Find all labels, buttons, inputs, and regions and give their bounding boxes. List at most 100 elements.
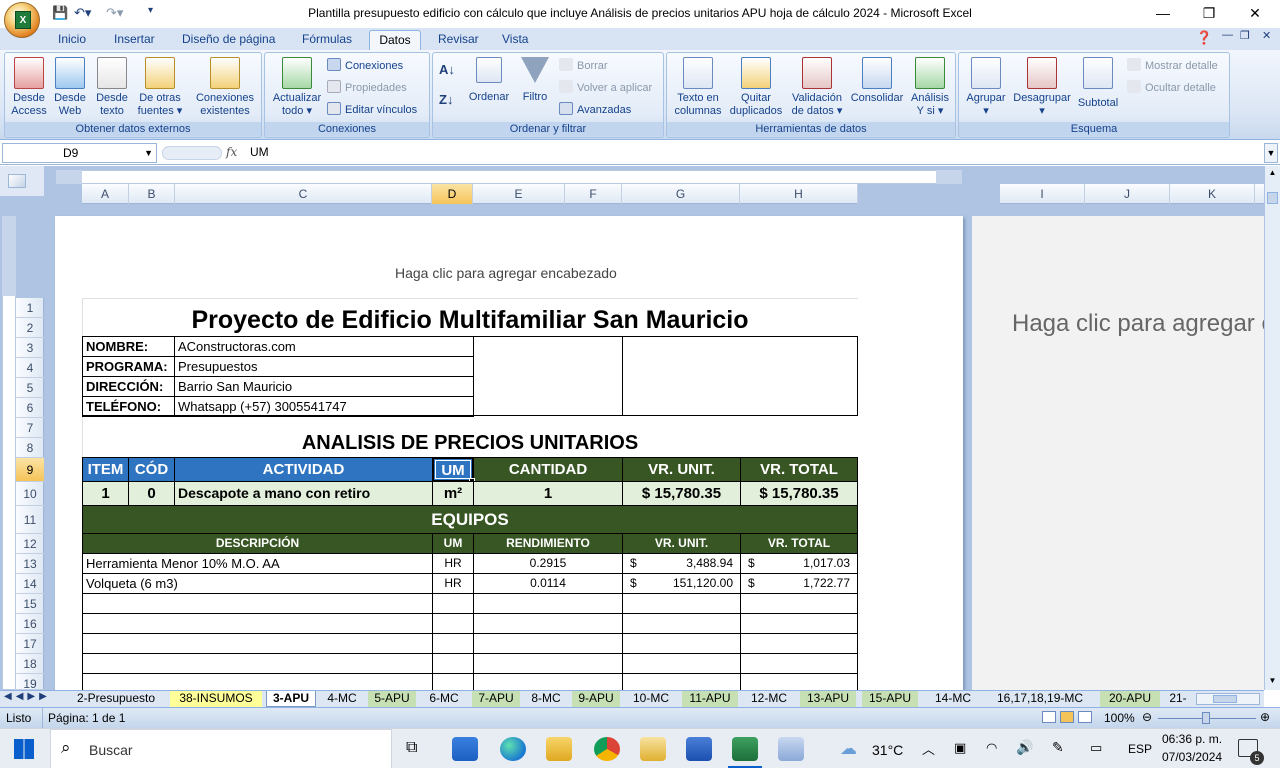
row-header-7[interactable]: 7 (16, 418, 44, 438)
equip-header-rend[interactable]: RENDIMIENTO (473, 533, 623, 554)
sheet-tab-11-apu[interactable]: 11-APU (682, 691, 738, 707)
apu-title[interactable]: ANALISIS DE PRECIOS UNITARIOS (82, 429, 858, 457)
column-header-b[interactable]: B (129, 184, 175, 204)
column-header-g[interactable]: G (622, 184, 740, 204)
row-header-6[interactable]: 6 (16, 398, 44, 418)
empty-cell[interactable] (432, 613, 474, 634)
project-title[interactable]: Proyecto de Edificio Multifamiliar San M… (82, 302, 858, 338)
weather-cloud-icon[interactable]: ☁ (840, 739, 857, 759)
main-cantidad[interactable]: 1 (473, 481, 623, 506)
empty-cell[interactable] (432, 593, 474, 614)
equip-header-um[interactable]: UM (432, 533, 474, 554)
row-header-4[interactable]: 4 (16, 358, 44, 378)
column-header-k[interactable]: K (1170, 184, 1255, 204)
column-header-f[interactable]: F (565, 184, 622, 204)
office-button[interactable]: X (4, 2, 40, 38)
otras-fuentes-button[interactable]: De otras fuentes ▾ (133, 57, 187, 118)
row-header-8[interactable]: 8 (16, 438, 44, 458)
main-um[interactable]: m² (432, 481, 474, 506)
info-value-nombre[interactable]: AConstructoras.com (174, 336, 474, 357)
header-um-selected[interactable]: UM (432, 457, 474, 482)
info-value-telefono[interactable]: Whatsapp (+57) 3005541747 (174, 396, 474, 417)
ribbon-restore-icon[interactable]: ❐ (1240, 29, 1250, 42)
info-label-programa[interactable]: PROGRAMA: (82, 356, 175, 377)
language-indicator[interactable]: ESP (1128, 742, 1152, 756)
empty-cell[interactable] (740, 673, 858, 690)
info-label-nombre[interactable]: NOMBRE: (82, 336, 175, 357)
row-header-11[interactable]: 11 (16, 506, 44, 534)
empty-cell[interactable] (473, 673, 623, 690)
column-header-i[interactable]: I (1000, 184, 1085, 204)
pen-icon[interactable]: ✎ (1052, 739, 1064, 756)
empty-cell[interactable] (622, 653, 741, 674)
main-actividad[interactable]: Descapote a mano con retiro (174, 481, 433, 506)
texto-columnas-button[interactable]: Texto en columnas (669, 57, 727, 118)
zoom-out-icon[interactable]: ⊖ (1142, 710, 1152, 724)
equip-row-2-vr-unit-cell[interactable]: $151,120.00 (622, 573, 741, 594)
sheet-tab-13-apu[interactable]: 13-APU (800, 691, 856, 707)
ribbon-minimize-icon[interactable]: — (1222, 29, 1233, 41)
row-header-18[interactable]: 18 (16, 654, 44, 674)
empty-cell[interactable] (82, 633, 433, 654)
empty-cell[interactable] (622, 593, 741, 614)
sheet-tab-20-apu[interactable]: 20-APU (1100, 691, 1160, 707)
header-actividad[interactable]: ACTIVIDAD (174, 457, 433, 482)
clock-date[interactable]: 07/03/2024 (1162, 750, 1222, 764)
formula-input[interactable]: UM (244, 143, 1264, 163)
close-button[interactable]: ✕ (1232, 2, 1278, 26)
header-placeholder[interactable]: Haga clic para agregar encabezado (395, 265, 617, 281)
sheet-tab-4-mc[interactable]: 4-MC (322, 691, 362, 707)
agrupar-button[interactable]: Agrupar ▾ (961, 57, 1011, 118)
header-cod[interactable]: CÓD (128, 457, 175, 482)
paint-icon[interactable] (778, 737, 804, 761)
edge-icon[interactable] (500, 737, 526, 761)
sheet-tab-9-apu[interactable]: 9-APU (572, 691, 620, 707)
sort-za-icon[interactable]: Z↓ (439, 91, 453, 109)
row-header-17[interactable]: 17 (16, 634, 44, 654)
sheet-tab-14-mc[interactable]: 14-MC (928, 691, 978, 707)
column-header-d[interactable]: D (432, 184, 473, 204)
store-icon[interactable] (452, 737, 478, 761)
equip-row-2-vr-total-cell[interactable]: $1,722.77 (740, 573, 858, 594)
vertical-scrollbar[interactable]: ▲ ▼ (1264, 166, 1280, 690)
empty-cell[interactable] (82, 593, 433, 614)
empty-cell[interactable] (740, 633, 858, 654)
validacion-datos-button[interactable]: Validación de datos ▾ (787, 57, 847, 118)
borrar-button[interactable]: Borrar (559, 57, 608, 75)
volume-icon[interactable]: 🔊 (1016, 739, 1033, 756)
equip-header-vr-unit[interactable]: VR. UNIT. (622, 533, 741, 554)
row-header-9[interactable]: 9 (16, 458, 44, 482)
empty-cell[interactable] (473, 593, 623, 614)
tab-diseno[interactable]: Diseño de página (180, 30, 277, 50)
equip-row-1-vr-unit-cell[interactable]: $3,488.94 (622, 553, 741, 574)
info-label-telefono[interactable]: TELÉFONO: (82, 396, 175, 417)
sheet-tab-16-19-mc[interactable]: 16,17,18,19-MC (988, 691, 1092, 707)
select-all-icon[interactable] (8, 174, 26, 188)
analisis-y-si-button[interactable]: Análisis Y si ▾ (907, 57, 953, 118)
keyboard-icon[interactable]: ▭ (1090, 740, 1102, 756)
hscroll-thumb[interactable] (1213, 695, 1237, 703)
file-explorer-icon[interactable] (546, 737, 572, 761)
ribbon-close-icon[interactable]: ✕ (1262, 29, 1271, 42)
empty-cell[interactable] (740, 593, 858, 614)
name-box[interactable]: D9 ▼ (2, 143, 157, 163)
expand-formula-icon[interactable]: ▼ (1264, 143, 1278, 163)
sheet-tab-8-mc[interactable]: 8-MC (526, 691, 566, 707)
main-item[interactable]: 1 (82, 481, 129, 506)
column-header-e[interactable]: E (473, 184, 565, 204)
row-header-16[interactable]: 16 (16, 614, 44, 634)
empty-cell[interactable] (82, 653, 433, 674)
header-vr-total[interactable]: VR. TOTAL (740, 457, 858, 482)
scroll-up-icon[interactable]: ▲ (1267, 168, 1278, 180)
windows-start-icon[interactable] (14, 739, 34, 759)
desde-web-button[interactable]: Desde Web (49, 57, 91, 118)
notification-badge[interactable]: 5 (1250, 751, 1264, 765)
scroll-down-icon[interactable]: ▼ (1267, 676, 1278, 688)
row-header-5[interactable]: 5 (16, 378, 44, 398)
taskbar-search-box[interactable]: ⌕ Buscar (50, 729, 392, 768)
desde-texto-button[interactable]: Desde texto (91, 57, 133, 118)
horizontal-scrollbar[interactable] (1196, 693, 1260, 705)
volver-aplicar-button[interactable]: Volver a aplicar (559, 79, 652, 97)
mostrar-detalle-button[interactable]: Mostrar detalle (1127, 57, 1218, 75)
equip-row-2-rend[interactable]: 0.0114 (473, 573, 623, 594)
